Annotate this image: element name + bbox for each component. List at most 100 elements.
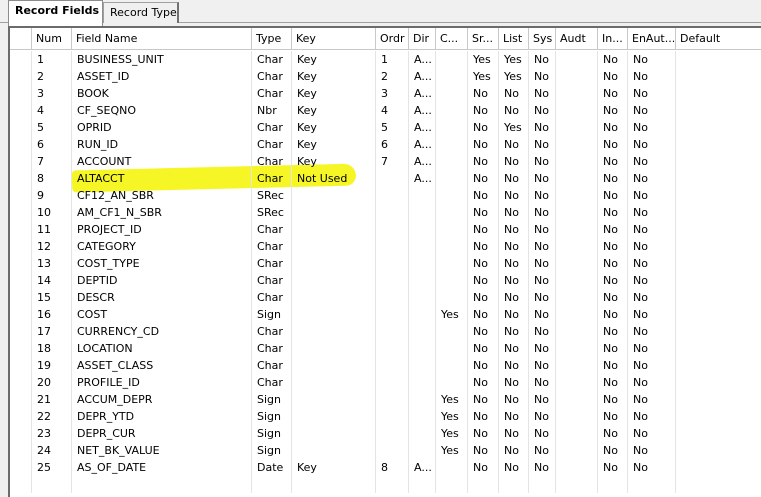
row-selector[interactable] <box>10 221 32 238</box>
cell-sys: No <box>529 187 556 204</box>
row-selector[interactable] <box>10 323 32 340</box>
cell-enaut: No <box>628 442 676 459</box>
table-row[interactable]: 5 OPRID Char Key 5 A... No Yes No No No <box>10 119 761 136</box>
tab-record-fields[interactable]: Record Fields <box>8 0 103 26</box>
row-selector[interactable] <box>10 119 32 136</box>
cell-audit <box>556 340 598 357</box>
row-selector[interactable] <box>10 459 32 476</box>
row-selector[interactable] <box>10 85 32 102</box>
cell-audit <box>556 323 598 340</box>
cell-num: 14 <box>32 272 72 289</box>
row-selector[interactable] <box>10 153 32 170</box>
empty-cell <box>529 476 556 493</box>
cell-order <box>376 425 409 442</box>
row-selector[interactable] <box>10 340 32 357</box>
row-selector[interactable] <box>10 357 32 374</box>
table-row[interactable]: 15 DESCR Char No No No No No <box>10 289 761 306</box>
table-row[interactable]: 10 AM_CF1_N_SBR SRec No No No No No <box>10 204 761 221</box>
table-row[interactable]: 13 COST_TYPE Char No No No No No <box>10 255 761 272</box>
row-selector[interactable] <box>10 408 32 425</box>
cell-audit <box>556 238 598 255</box>
cell-num: 5 <box>32 119 72 136</box>
table-row[interactable]: 3 BOOK Char Key 3 A... No No No No No <box>10 85 761 102</box>
cell-list: No <box>499 255 529 272</box>
cell-c <box>436 102 468 119</box>
table-row[interactable]: 1 BUSINESS_UNIT Char Key 1 A... Yes Yes No No No <box>10 51 761 68</box>
row-selector[interactable] <box>10 442 32 459</box>
table-row[interactable]: 23 DEPR_CUR Sign Yes No No No No No <box>10 425 761 442</box>
empty-cell <box>72 476 252 493</box>
cell-sr: No <box>468 357 499 374</box>
cell-list: Yes <box>499 119 529 136</box>
cell-num: 13 <box>32 255 72 272</box>
cell-list: No <box>499 442 529 459</box>
table-row[interactable]: 18 LOCATION Char No No No No No <box>10 340 761 357</box>
cell-direction: A... <box>409 68 436 85</box>
table-row[interactable]: 7 ACCOUNT Char Key 7 A... No No No No No <box>10 153 761 170</box>
cell-list: Yes <box>499 68 529 85</box>
row-selector[interactable] <box>10 68 32 85</box>
row-selector[interactable] <box>10 238 32 255</box>
cell-num: 18 <box>32 340 72 357</box>
table-row[interactable]: 20 PROFILE_ID Char No No No No No <box>10 374 761 391</box>
column-header-sr[interactable]: Sr... <box>468 28 499 50</box>
row-selector[interactable] <box>10 170 32 187</box>
cell-direction <box>409 323 436 340</box>
table-row[interactable]: 17 CURRENCY_CD Char No No No No No <box>10 323 761 340</box>
row-selector[interactable] <box>10 102 32 119</box>
column-header-sys[interactable]: Sys <box>529 28 556 50</box>
cell-key <box>292 306 376 323</box>
column-header-order[interactable]: Ordr <box>376 28 409 50</box>
cell-c: Yes <box>436 306 468 323</box>
tab-record-type[interactable]: Record Type <box>103 2 179 23</box>
cell-field-name: ASSET_CLASS <box>72 357 252 374</box>
column-header-in[interactable]: In... <box>598 28 628 50</box>
table-row[interactable]: 11 PROJECT_ID Char No No No No No <box>10 221 761 238</box>
table-row[interactable]: 2 ASSET_ID Char Key 2 A... Yes Yes No No No <box>10 68 761 85</box>
row-selector[interactable] <box>10 272 32 289</box>
cell-type: Char <box>252 289 292 306</box>
table-row[interactable]: 14 DEPTID Char No No No No No <box>10 272 761 289</box>
column-header-c[interactable]: C... <box>436 28 468 50</box>
cell-field-name: ASSET_ID <box>72 68 252 85</box>
row-selector[interactable] <box>10 136 32 153</box>
column-header-audit[interactable]: Audt <box>556 28 598 50</box>
table-row[interactable]: 8 ALTACCT Char Not Used A... No No No No No <box>10 170 761 187</box>
record-fields-grid[interactable]: Num Field Name Type Key Ordr Dir C... Sr... List… <box>8 26 761 497</box>
row-selector[interactable] <box>10 51 32 68</box>
table-row[interactable]: 24 NET_BK_VALUE Sign Yes No No No No No <box>10 442 761 459</box>
row-selector[interactable] <box>10 374 32 391</box>
table-row[interactable]: 4 CF_SEQNO Nbr Key 4 A... No No No No No <box>10 102 761 119</box>
cell-c <box>436 459 468 476</box>
table-row[interactable]: 21 ACCUM_DEPR Sign Yes No No No No No <box>10 391 761 408</box>
row-selector[interactable] <box>10 391 32 408</box>
cell-num: 19 <box>32 357 72 374</box>
column-header-direction[interactable]: Dir <box>409 28 436 50</box>
row-selector[interactable] <box>10 204 32 221</box>
cell-list: No <box>499 272 529 289</box>
column-header-key[interactable]: Key <box>292 28 376 50</box>
row-selector[interactable] <box>10 255 32 272</box>
table-row[interactable]: 25 AS_OF_DATE Date Key 8 A... No No No No No <box>10 459 761 476</box>
cell-field-name: CF12_AN_SBR <box>72 187 252 204</box>
table-row[interactable]: 16 COST Sign Yes No No No No No <box>10 306 761 323</box>
table-row[interactable]: 6 RUN_ID Char Key 6 A... No No No No No <box>10 136 761 153</box>
row-selector[interactable] <box>10 289 32 306</box>
row-selector[interactable] <box>10 425 32 442</box>
row-selector[interactable] <box>10 306 32 323</box>
table-row[interactable]: 9 CF12_AN_SBR SRec No No No No No <box>10 187 761 204</box>
table-row[interactable]: 22 DEPR_YTD Sign Yes No No No No No <box>10 408 761 425</box>
table-row[interactable]: 12 CATEGORY Char No No No No No <box>10 238 761 255</box>
column-header-default[interactable]: Default <box>676 28 761 50</box>
table-row[interactable]: 19 ASSET_CLASS Char No No No No No <box>10 357 761 374</box>
cell-audit <box>556 153 598 170</box>
cell-order <box>376 221 409 238</box>
column-header-type[interactable]: Type <box>252 28 292 50</box>
column-header-enaut[interactable]: EnAut... <box>628 28 676 50</box>
row-selector[interactable] <box>10 187 32 204</box>
cell-order <box>376 374 409 391</box>
column-header-field-name[interactable]: Field Name <box>72 28 252 50</box>
column-header-list[interactable]: List <box>499 28 529 50</box>
cell-audit <box>556 221 598 238</box>
column-header-num[interactable]: Num <box>32 28 72 50</box>
